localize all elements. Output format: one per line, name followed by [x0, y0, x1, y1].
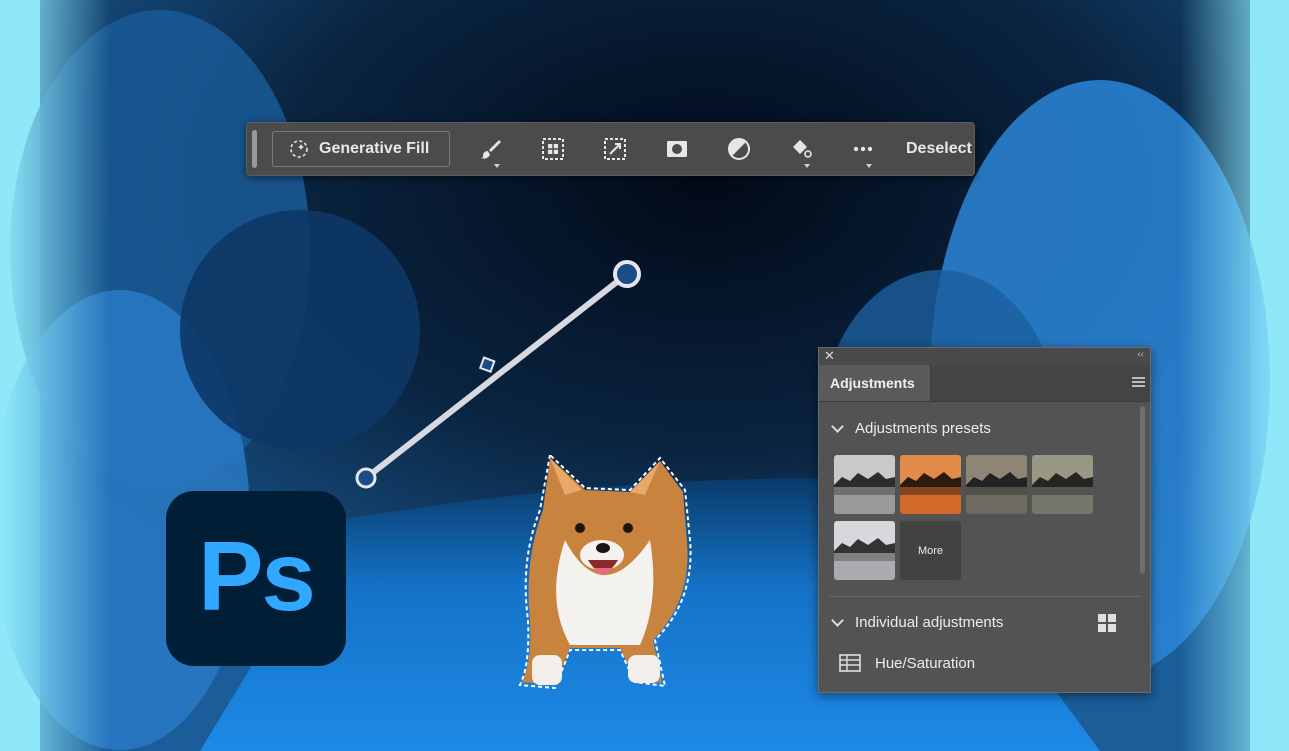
preset-thumbnail[interactable] [834, 521, 895, 580]
chevron-down-icon [831, 613, 844, 627]
expand-selection-button[interactable] [522, 122, 584, 176]
more-presets-button[interactable]: More [900, 521, 961, 580]
adjustments-panel: ✕ ‹‹ Adjustments Adjustments presets Mor… [818, 347, 1151, 693]
brush-tool-button[interactable] [460, 122, 522, 176]
preset-thumbnail[interactable] [966, 455, 1027, 514]
more-options-button[interactable] [832, 122, 894, 176]
mask-icon [667, 141, 687, 157]
hue-saturation-icon [839, 654, 861, 672]
tab-adjustments[interactable]: Adjustments [819, 365, 931, 401]
hue-saturation-item[interactable]: Hue/Saturation [839, 654, 975, 672]
gradient-end-handle[interactable] [613, 260, 641, 288]
section-divider [829, 596, 1140, 597]
generative-fill-label: Generative Fill [319, 140, 430, 157]
chevron-down-icon [831, 419, 844, 433]
photoshop-logo: Ps [166, 491, 346, 666]
more-icon [853, 146, 873, 152]
gradient-midpoint-handle[interactable] [478, 356, 496, 373]
toolbar-drag-handle[interactable] [252, 130, 257, 168]
preset-thumbnail[interactable] [900, 455, 961, 514]
panel-tab-row: Adjustments [819, 365, 1150, 402]
fill-button[interactable] [770, 122, 832, 176]
adjustment-layer-button[interactable] [708, 122, 770, 176]
panel-scrollbar[interactable] [1140, 406, 1145, 574]
close-icon[interactable]: ✕ [824, 348, 835, 364]
hue-saturation-label: Hue/Saturation [875, 654, 976, 672]
brush-icon [481, 140, 501, 159]
adjustments-presets-label: Adjustments presets [855, 419, 991, 437]
individual-adjustments-header[interactable]: Individual adjustments [819, 607, 1003, 637]
contextual-taskbar: Generative Fill Deselect [246, 122, 975, 176]
transform-selection-icon [604, 138, 626, 160]
panel-title-bar: ✕ ‹‹ [819, 348, 1150, 365]
individual-adjustments-label: Individual adjustments [855, 613, 1004, 631]
expand-selection-icon [542, 138, 564, 160]
more-presets-label: More [917, 544, 944, 557]
collapse-icon[interactable]: ‹‹ [1137, 349, 1144, 360]
generative-fill-button[interactable]: Generative Fill [272, 131, 450, 167]
corgi-selection[interactable] [510, 450, 710, 695]
preset-thumbnail[interactable] [1032, 455, 1093, 514]
photoshop-logo-text: Ps [198, 521, 316, 631]
adjustment-icon [728, 138, 750, 160]
grid-view-icon[interactable] [1098, 614, 1116, 632]
mask-button[interactable] [646, 122, 708, 176]
deselect-button[interactable]: Deselect [906, 140, 972, 158]
generative-fill-icon [290, 140, 308, 158]
preset-thumbnail[interactable] [834, 455, 895, 514]
transform-selection-button[interactable] [584, 122, 646, 176]
fill-icon [793, 140, 812, 158]
panel-menu-icon[interactable] [1132, 377, 1145, 389]
adjustments-presets-header[interactable]: Adjustments presets [819, 413, 1150, 443]
gradient-start-handle[interactable] [355, 467, 377, 489]
